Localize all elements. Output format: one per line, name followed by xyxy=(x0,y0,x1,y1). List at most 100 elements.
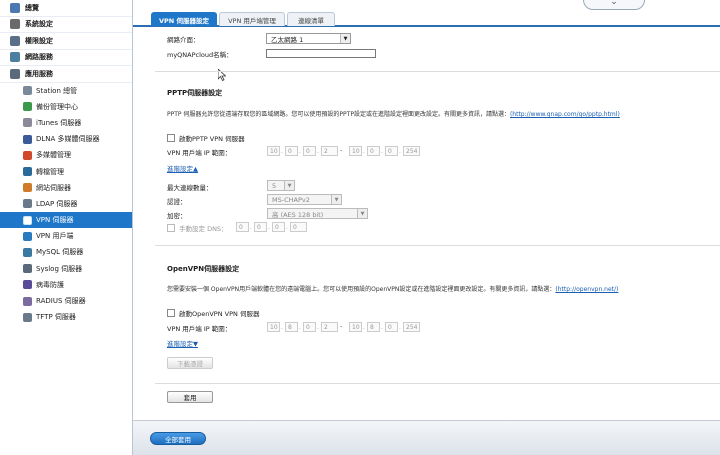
sidebar-item-3[interactable]: DLNA 多媒體伺服器 xyxy=(0,131,132,147)
pptp-ip-end-octet-4[interactable]: 254 xyxy=(403,146,420,156)
sidebar-item-12[interactable]: 病毒防護 xyxy=(0,277,132,293)
chevron-down-icon: ▼ xyxy=(284,181,294,190)
openvpn-enable-checkbox[interactable]: 啟動OpenVPN VPN 伺服器 xyxy=(167,308,259,318)
pptp-description: PPTP 伺服器允許您從遠端存取您的區域網路。您可以使用預設的PPTP設定或在進… xyxy=(167,111,620,118)
sidebar-item-0[interactable]: Station 總管 xyxy=(0,83,132,99)
chevron-down-icon: ▼ xyxy=(331,195,341,204)
octet-separator: . xyxy=(299,148,301,155)
sidebar-section-1[interactable]: 系統設定 xyxy=(0,17,132,33)
openvpn-ip-start-octet-2[interactable]: 8 xyxy=(285,322,298,332)
openvpn-ip-range-label: VPN 用戶端 IP 範圍： xyxy=(167,325,232,333)
pptp-advanced-toggle[interactable]: 進階設定▲ xyxy=(167,163,198,173)
encryption-select[interactable]: 高 (AES 128 bit) ▼ xyxy=(267,208,368,219)
octet-separator: . xyxy=(299,324,301,331)
auth-value: MS-CHAPv2 xyxy=(272,195,310,204)
antivirus-icon xyxy=(23,280,32,290)
sidebar-section-3[interactable]: 網路服務 xyxy=(0,50,132,66)
sidebar-section-2[interactable]: 權限設定 xyxy=(0,33,132,50)
sidebar-section-0[interactable]: 總覽 xyxy=(0,0,132,17)
tab-vpn-client-management[interactable]: VPN 用戶端管理 xyxy=(219,12,285,26)
pptp-ip-end-octet-1[interactable]: 10 xyxy=(349,146,362,156)
sidebar-section-label: 總覽 xyxy=(25,3,39,12)
sidebar-item-label: MySQL 伺服器 xyxy=(36,248,84,257)
divider xyxy=(155,383,720,384)
pptp-ip-range-label: VPN 用戶端 IP 範圍： xyxy=(167,149,232,157)
sidebar-item-label: 備份管理中心 xyxy=(36,102,78,111)
openvpn-ip-end-octet-2[interactable]: 8 xyxy=(367,322,380,332)
openvpn-ip-end-octet-1[interactable]: 10 xyxy=(349,322,362,332)
openvpn-ip-start-octet-4[interactable]: 2 xyxy=(321,322,338,332)
openvpn-description: 您需要安裝一個 OpenVPN用戶端軟體在您的遠端電腦上。您可以使用預設的Ope… xyxy=(167,286,619,293)
pptp-ip-start-octet-1[interactable]: 10 xyxy=(267,146,280,156)
checkbox-box[interactable] xyxy=(167,134,175,142)
openvpn-ip-start-octet-1[interactable]: 10 xyxy=(267,322,280,332)
dns-octet-1[interactable]: 0 xyxy=(236,222,249,232)
octet-separator: . xyxy=(363,324,365,331)
openvpn-ip-start-octet-3[interactable]: 0 xyxy=(303,322,316,332)
dlna-icon xyxy=(23,134,32,144)
tab-vpn-server-settings[interactable]: VPN 伺服器設定 xyxy=(151,12,217,26)
sidebar-section-label: 應用服務 xyxy=(25,69,53,78)
dns-octet-2[interactable]: 0 xyxy=(254,222,267,232)
app-window: 總覽系統設定權限設定 網路服務應用服務 Station 總管備份管理中心 iTunes… xyxy=(0,0,720,455)
tab-connection-list[interactable]: 連線清單 xyxy=(287,12,335,26)
pptp-ip-start-octet-3[interactable]: 0 xyxy=(303,146,316,156)
app-service-icon xyxy=(10,68,20,79)
sidebar-item-10[interactable]: MySQL 伺服器 xyxy=(0,244,132,260)
multimedia-icon xyxy=(23,150,32,160)
myqnapcloud-name-field[interactable] xyxy=(266,49,376,58)
download-certificate-button[interactable]: 下載憑證 xyxy=(167,357,213,369)
pptp-enable-checkbox[interactable]: 啟動PPTP VPN 伺服器 xyxy=(167,133,245,143)
sidebar-item-13[interactable]: RADIUS 伺服器 xyxy=(0,293,132,309)
sidebar-item-5[interactable]: 轉檔管理 xyxy=(0,163,132,179)
pptp-ip-start-octet-4[interactable]: 2 xyxy=(321,146,338,156)
main-panel: ⌄ VPN 伺服器設定 VPN 用戶端管理 連線清單 網路介面： 乙太網路 1 … xyxy=(133,0,720,455)
octet-separator: . xyxy=(281,324,283,331)
apply-button[interactable]: 套用 xyxy=(167,391,213,403)
collapse-toggle-button[interactable]: ⌄ xyxy=(583,0,645,10)
openvpn-help-link[interactable]: (http://openvpn.net/) xyxy=(555,286,618,293)
octet-separator: . xyxy=(381,324,383,331)
gear-icon xyxy=(10,19,20,30)
sidebar-item-4[interactable]: 多媒體管理 xyxy=(0,147,132,163)
checkbox-box[interactable] xyxy=(167,309,175,317)
settings-content: 網路介面： 乙太網路 1 ▼ myQNAPcloud名稱： PPTP伺服器設定 … xyxy=(133,29,720,420)
radius-icon xyxy=(23,296,32,306)
sidebar-item-1[interactable]: 備份管理中心 xyxy=(0,99,132,115)
sidebar-section-4[interactable]: 應用服務 xyxy=(0,66,132,83)
manual-dns-checkbox[interactable]: 手動設定 DNS： xyxy=(167,223,228,233)
max-connections-value: 5 xyxy=(272,181,277,190)
apply-all-button[interactable]: 全部套用 xyxy=(150,432,206,445)
dns-octet-3[interactable]: 0 xyxy=(272,222,285,232)
pptp-ip-end-octet-2[interactable]: 0 xyxy=(367,146,380,156)
sidebar-section-label: 系統設定 xyxy=(25,20,53,29)
encryption-value: 高 (AES 128 bit) xyxy=(272,210,324,219)
openvpn-advanced-toggle[interactable]: 進階設定▼ xyxy=(167,338,198,348)
pptp-ip-start-octet-2[interactable]: 0 xyxy=(285,146,298,156)
octet-separator: . xyxy=(268,224,270,231)
range-separator: - xyxy=(340,146,343,154)
divider xyxy=(155,71,720,72)
openvpn-ip-end-octet-4[interactable]: 254 xyxy=(403,322,420,332)
auth-select[interactable]: MS-CHAPv2 ▼ xyxy=(267,194,342,205)
myqnapcloud-label: myQNAPcloud名稱： xyxy=(167,51,233,59)
sidebar-item-6[interactable]: 網站伺服器 xyxy=(0,180,132,196)
checkbox-box[interactable] xyxy=(167,224,175,232)
sidebar-item-2[interactable]: iTunes 伺服器 xyxy=(0,115,132,131)
sidebar-item-label: iTunes 伺服器 xyxy=(36,118,82,127)
sidebar-item-8[interactable]: VPN 伺服器 xyxy=(0,212,132,229)
user-icon xyxy=(10,35,20,46)
openvpn-ip-end-octet-3[interactable]: 0 xyxy=(385,322,398,332)
sidebar-item-9[interactable]: VPN 用戶端 xyxy=(0,228,132,244)
sidebar-item-14[interactable]: TFTP 伺服器 xyxy=(0,309,132,325)
octet-separator: . xyxy=(250,224,252,231)
sidebar-item-7[interactable]: LDAP 伺服器 xyxy=(0,196,132,212)
interface-select[interactable]: 乙太網路 1 ▼ xyxy=(266,33,351,44)
dns-octet-4[interactable]: 0 xyxy=(290,222,307,232)
interface-select-value: 乙太網路 1 xyxy=(271,35,304,44)
max-connections-select[interactable]: 5 ▼ xyxy=(267,180,295,191)
interface-label: 網路介面： xyxy=(167,36,200,44)
pptp-ip-end-octet-3[interactable]: 0 xyxy=(385,146,398,156)
sidebar-item-11[interactable]: Syslog 伺服器 xyxy=(0,261,132,277)
pptp-help-link[interactable]: (http://www.qnap.com/go/pptp.html) xyxy=(510,111,620,118)
